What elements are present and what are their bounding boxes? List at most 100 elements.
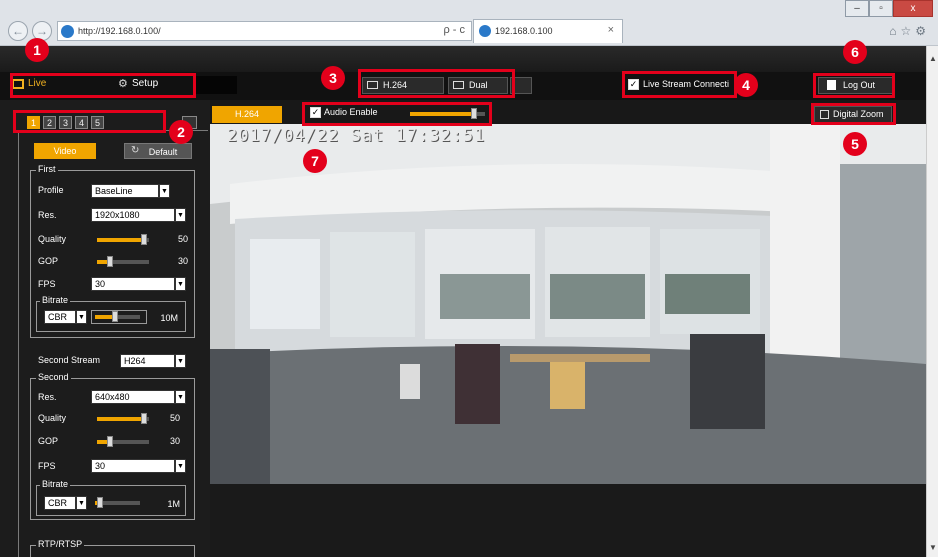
video-timestamp-overlay: 2017/04/22 Sat 17:32:51	[227, 126, 486, 146]
first-bitrate-title: Bitrate	[40, 295, 71, 305]
second-fps-label: FPS	[38, 461, 56, 471]
second-fps-select[interactable]: 30 ▼	[91, 459, 186, 473]
annotation-badge-6: 6	[843, 40, 867, 64]
address-bar[interactable]: http://192.168.0.100/ ρ - c	[57, 21, 472, 41]
video-bottom-area	[210, 484, 926, 557]
chevron-down-icon: ▼	[175, 354, 186, 368]
annotation-box-7	[302, 102, 492, 126]
rtp-rtsp-title: RTP/RTSP	[36, 539, 85, 549]
ie-icon	[61, 25, 74, 38]
annotation-badge-3: 3	[321, 66, 345, 90]
second-gop-slider-knob[interactable]	[107, 436, 113, 447]
annotation-box-6	[813, 73, 895, 98]
chevron-down-icon: ▼	[175, 277, 186, 291]
resolution-value: 1920x1080	[95, 210, 140, 220]
maximize-button[interactable]: ▫	[869, 0, 893, 17]
annotation-badge-1: 1	[25, 38, 49, 62]
quality-slider-knob[interactable]	[140, 234, 147, 245]
browser-tab[interactable]: 192.168.0.100 ×	[473, 19, 623, 43]
chevron-down-icon: ▼	[175, 208, 186, 222]
gop-slider-knob[interactable]	[107, 256, 113, 267]
second-resolution-label: Res.	[38, 392, 57, 402]
gop-slider[interactable]	[97, 256, 149, 267]
resolution-select[interactable]: 1920x1080 ▼	[91, 208, 186, 222]
fps-label: FPS	[38, 279, 56, 289]
close-window-button[interactable]: x	[893, 0, 933, 17]
annotation-box-2	[13, 110, 166, 133]
chevron-down-icon: ▼	[175, 390, 186, 404]
bitrate-mode-value: CBR	[48, 312, 68, 322]
topbar-spacer	[193, 76, 237, 94]
second-bitrate-value: 1M	[167, 499, 180, 509]
quality-value: 50	[177, 234, 188, 244]
annotation-box-4	[622, 71, 737, 98]
ie-icon	[479, 25, 491, 37]
second-stream-codec-value: H264	[124, 356, 146, 366]
annotation-badge-7: 7	[303, 149, 327, 173]
tab-close-icon[interactable]: ×	[608, 24, 614, 36]
second-quality-slider[interactable]	[97, 413, 149, 424]
second-quality-slider-fill	[97, 417, 144, 421]
video-button[interactable]: Video	[34, 143, 96, 159]
gop-label: GOP	[38, 256, 59, 266]
profile-label: Profile	[38, 185, 64, 195]
bitrate-slider-knob[interactable]	[112, 311, 119, 322]
second-bitrate-mode-value: CBR	[48, 498, 68, 508]
second-gop-slider[interactable]	[97, 436, 149, 447]
annotation-box-3	[358, 69, 515, 98]
quality-label: Quality	[38, 234, 67, 244]
window-controls: – ▫ x	[845, 0, 933, 18]
annotation-badge-5: 5	[843, 132, 867, 156]
tab-title: 192.168.0.100	[495, 26, 553, 36]
second-quality-value: 50	[169, 413, 180, 423]
default-button-label: Default	[148, 147, 178, 157]
bitrate-mode-select[interactable]: CBR ▼	[44, 310, 87, 324]
second-stream-codec-select[interactable]: H264 ▼	[120, 354, 186, 368]
second-quality-slider-knob[interactable]	[140, 413, 147, 424]
fps-select[interactable]: 30 ▼	[91, 277, 186, 291]
second-gop-label: GOP	[38, 436, 59, 446]
url-text: http://192.168.0.100/	[78, 26, 161, 36]
resolution-label: Res.	[38, 210, 57, 220]
annotation-box-1	[10, 73, 196, 98]
fps-value: 30	[95, 279, 106, 289]
second-resolution-select[interactable]: 640x480 ▼	[91, 390, 186, 404]
second-fps-value: 30	[95, 461, 106, 471]
home-favorites-settings-icons[interactable]: ⌂☆⚙	[889, 24, 930, 38]
chevron-down-icon: ▼	[76, 496, 87, 510]
chevron-down-icon: ▼	[76, 310, 87, 324]
chevron-down-icon: ▼	[159, 184, 170, 198]
second-quality-label: Quality	[38, 413, 67, 423]
codec-tab[interactable]: H.264	[212, 106, 282, 123]
profile-select[interactable]: BaseLine ▼	[91, 184, 170, 198]
annotation-box-5	[811, 103, 896, 125]
annotation-badge-4: 4	[734, 73, 758, 97]
second-bitrate-slider-knob[interactable]	[96, 497, 103, 508]
back-button[interactable]: ←	[8, 21, 28, 41]
chevron-down-icon: ▼	[175, 459, 186, 473]
page-root: – ▫ x ← → http://192.168.0.100/ ρ - c 19…	[0, 0, 938, 557]
gop-value: 30	[177, 256, 188, 266]
bitrate-value: 10M	[160, 313, 178, 323]
second-stream-label: Second Stream	[38, 355, 101, 365]
second-resolution-value: 640x480	[95, 392, 130, 402]
profile-value: BaseLine	[95, 186, 133, 196]
live-video-view[interactable]	[210, 124, 926, 484]
second-bitrate-slider[interactable]	[95, 497, 140, 508]
second-group-title: Second	[36, 372, 71, 382]
second-bitrate-mode-select[interactable]: CBR ▼	[44, 496, 87, 510]
browser-chrome: – ▫ x ← → http://192.168.0.100/ ρ - c 19…	[0, 0, 938, 46]
annotation-badge-2: 2	[169, 120, 193, 144]
page-scrollbar[interactable]: ▲ ▼	[926, 46, 938, 557]
bitrate-slider[interactable]	[95, 311, 140, 322]
quality-slider[interactable]	[97, 234, 149, 245]
second-gop-value: 30	[169, 436, 180, 446]
search-refresh-icon[interactable]: ρ - c	[443, 24, 465, 36]
second-bitrate-title: Bitrate	[40, 479, 71, 489]
quality-slider-fill	[97, 238, 144, 242]
minimize-button[interactable]: –	[845, 0, 869, 17]
reset-icon: ↻	[131, 145, 140, 156]
scroll-down-icon[interactable]: ▼	[927, 543, 938, 555]
scroll-up-icon[interactable]: ▲	[927, 54, 938, 66]
first-group-title: First	[36, 164, 58, 174]
